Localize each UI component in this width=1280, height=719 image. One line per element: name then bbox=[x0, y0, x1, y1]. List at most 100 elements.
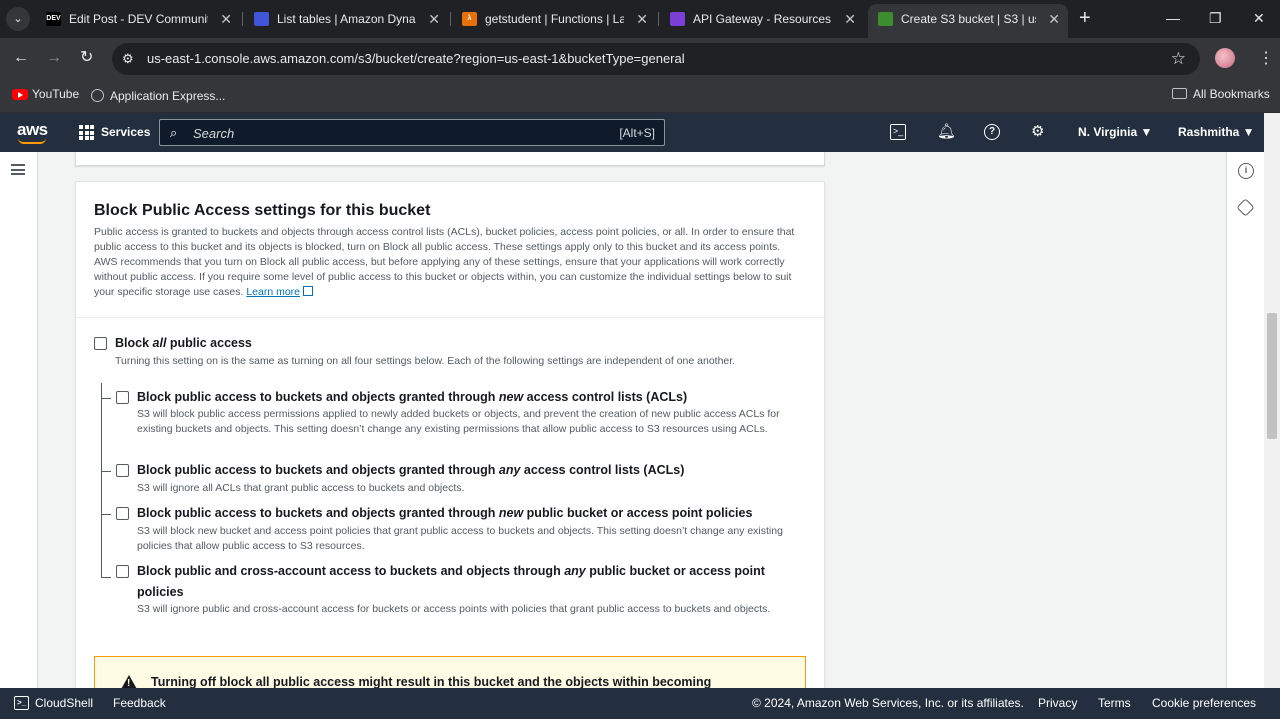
cloudshell-link[interactable]: CloudShell bbox=[35, 696, 93, 710]
region-selector[interactable]: N. Virginia ▼ bbox=[1078, 125, 1152, 139]
card-header: Block Public Access settings for this bu… bbox=[76, 182, 824, 318]
aws-search-input[interactable]: ⌕ Search [Alt+S] bbox=[159, 119, 665, 146]
block-new-policies-checkbox[interactable] bbox=[116, 507, 129, 520]
right-tools-rail: i bbox=[1226, 152, 1264, 688]
label-text: Block public access to buckets and objec… bbox=[137, 506, 499, 520]
label-emphasis: any bbox=[498, 463, 521, 477]
tab-search-button[interactable]: ⌄ bbox=[6, 7, 30, 31]
block-any-policies-checkbox[interactable] bbox=[116, 565, 129, 578]
site-info-icon[interactable]: ⚙ bbox=[122, 51, 134, 67]
browser-toolbar: ← → ↻ ⚙ us-east-1.console.aws.amazon.com… bbox=[0, 38, 1280, 80]
bookmark-label: YouTube bbox=[32, 87, 80, 101]
tab-api-gateway[interactable]: API Gateway - Resources ✕ bbox=[660, 6, 864, 32]
label-emphasis: all bbox=[152, 336, 167, 350]
menu-icon[interactable]: ⋮ bbox=[1258, 48, 1274, 68]
bookmark-label: Application Express... bbox=[110, 89, 226, 103]
cookie-preferences-link[interactable]: Cookie preferences bbox=[1152, 696, 1256, 710]
account-menu[interactable]: Rashmitha ▼ bbox=[1178, 125, 1255, 139]
block-any-acls-label[interactable]: Block public access to buckets and objec… bbox=[137, 460, 684, 480]
hamburger-menu-icon[interactable] bbox=[11, 164, 25, 175]
tab-dynamodb[interactable]: List tables | Amazon Dynamo ✕ bbox=[244, 6, 448, 32]
label-text: public bucket or access point policies bbox=[523, 506, 753, 520]
console-footer: >_ CloudShell Feedback © 2024, Amazon We… bbox=[0, 688, 1280, 719]
tree-connector bbox=[101, 383, 102, 578]
services-grid-icon[interactable] bbox=[79, 125, 94, 140]
api-gateway-favicon-icon bbox=[670, 12, 685, 26]
block-new-acls-checkbox[interactable] bbox=[116, 391, 129, 404]
tab-divider bbox=[242, 12, 243, 26]
tab-title: Create S3 bucket | S3 | us-ea bbox=[901, 12, 1036, 26]
profile-avatar[interactable] bbox=[1215, 48, 1235, 68]
minimize-button[interactable]: — bbox=[1166, 10, 1180, 26]
warning-text: Turning off block all public access migh… bbox=[151, 675, 712, 688]
block-new-policies-description: S3 will block new bucket and access poin… bbox=[137, 525, 783, 552]
block-any-policies-label[interactable]: Block public and cross-account access to… bbox=[137, 561, 765, 581]
label-text: Block public access to buckets and objec… bbox=[137, 390, 499, 404]
tab-title: getstudent | Functions | Lam bbox=[485, 12, 624, 26]
bookmarks-bar: YouTube Application Express... All Bookm… bbox=[0, 80, 1280, 113]
cloudshell-footer-icon[interactable]: >_ bbox=[14, 696, 29, 710]
close-icon[interactable]: ✕ bbox=[844, 6, 856, 32]
privacy-link[interactable]: Privacy bbox=[1038, 696, 1077, 710]
tab-s3-create-bucket[interactable]: Create S3 bucket | S3 | us-ea ✕ bbox=[868, 4, 1068, 38]
close-icon[interactable]: ✕ bbox=[1048, 4, 1060, 34]
block-all-checkbox[interactable] bbox=[94, 337, 107, 350]
browser-tab-bar: ⌄ DEV Edit Post - DEV Community ✕ List t… bbox=[0, 0, 1280, 38]
bookmark-star-icon[interactable]: ☆ bbox=[1171, 49, 1186, 69]
previous-section-card bbox=[75, 152, 825, 166]
tab-title: API Gateway - Resources bbox=[693, 12, 832, 26]
info-icon[interactable]: i bbox=[1238, 163, 1254, 179]
bookmark-application-express[interactable]: Application Express... bbox=[91, 87, 225, 103]
back-icon[interactable]: ← bbox=[13, 49, 29, 67]
aws-logo[interactable]: aws bbox=[17, 120, 48, 140]
block-all-label[interactable]: Block all public access bbox=[115, 333, 252, 353]
terms-link[interactable]: Terms bbox=[1098, 696, 1131, 710]
tree-connector bbox=[101, 514, 111, 515]
services-menu[interactable]: Services bbox=[101, 125, 150, 139]
new-tab-button[interactable]: + bbox=[1079, 8, 1091, 28]
bookmark-youtube[interactable]: YouTube bbox=[12, 87, 79, 101]
close-icon[interactable]: ✕ bbox=[636, 6, 648, 32]
feedback-hexagon-icon[interactable] bbox=[1236, 198, 1255, 217]
tab-divider bbox=[450, 12, 451, 26]
copyright-text: © 2024, Amazon Web Services, Inc. or its… bbox=[752, 696, 1024, 710]
learn-more-link[interactable]: Learn more bbox=[246, 286, 300, 298]
tab-dev-community[interactable]: DEV Edit Post - DEV Community ✕ bbox=[36, 6, 240, 32]
block-any-acls-description: S3 will ignore all ACLs that grant publi… bbox=[137, 482, 465, 494]
page-scrollbar[interactable] bbox=[1264, 113, 1280, 688]
external-link-icon[interactable] bbox=[303, 286, 314, 296]
left-nav-rail bbox=[0, 152, 38, 688]
forward-icon[interactable]: → bbox=[46, 49, 62, 67]
restore-button[interactable]: ❐ bbox=[1209, 10, 1222, 26]
reload-icon[interactable]: ↻ bbox=[80, 49, 93, 67]
label-text: access control lists (ACLs) bbox=[523, 390, 688, 404]
section-title: Block Public Access settings for this bu… bbox=[94, 202, 431, 219]
tree-connector bbox=[101, 398, 111, 399]
globe-icon bbox=[91, 89, 104, 102]
youtube-icon bbox=[12, 89, 28, 100]
folder-icon bbox=[1172, 88, 1187, 99]
block-new-acls-description: S3 will block public access permissions … bbox=[137, 408, 780, 435]
feedback-link[interactable]: Feedback bbox=[113, 696, 166, 710]
close-icon[interactable]: ✕ bbox=[428, 6, 440, 32]
tab-lambda[interactable]: λ getstudent | Functions | Lam ✕ bbox=[452, 6, 656, 32]
block-new-policies-label[interactable]: Block public access to buckets and objec… bbox=[137, 503, 752, 523]
scrollbar-thumb[interactable] bbox=[1267, 313, 1277, 439]
close-icon[interactable]: ✕ bbox=[220, 6, 232, 32]
block-any-policies-description: S3 will ignore public and cross-account … bbox=[137, 603, 771, 615]
close-window-button[interactable]: ✕ bbox=[1253, 10, 1265, 26]
settings-gear-icon[interactable]: ⚙ bbox=[1031, 123, 1044, 141]
warning-triangle-icon bbox=[120, 675, 138, 688]
notifications-bell-icon[interactable]: 🔔︎ bbox=[937, 123, 956, 141]
help-icon[interactable]: ? bbox=[984, 124, 1000, 140]
tab-title: Edit Post - DEV Community bbox=[69, 12, 208, 26]
all-bookmarks[interactable]: All Bookmarks bbox=[1172, 87, 1270, 101]
block-any-policies-label-cont[interactable]: policies bbox=[137, 582, 184, 602]
url-text[interactable]: us-east-1.console.aws.amazon.com/s3/buck… bbox=[147, 51, 685, 66]
label-emphasis: new bbox=[498, 506, 524, 520]
cloudshell-icon[interactable]: >_ bbox=[890, 124, 906, 140]
aws-logo-smile bbox=[18, 138, 46, 144]
block-any-acls-checkbox[interactable] bbox=[116, 464, 129, 477]
address-bar[interactable]: ⚙ us-east-1.console.aws.amazon.com/s3/bu… bbox=[112, 43, 1200, 75]
block-new-acls-label[interactable]: Block public access to buckets and objec… bbox=[137, 387, 687, 407]
